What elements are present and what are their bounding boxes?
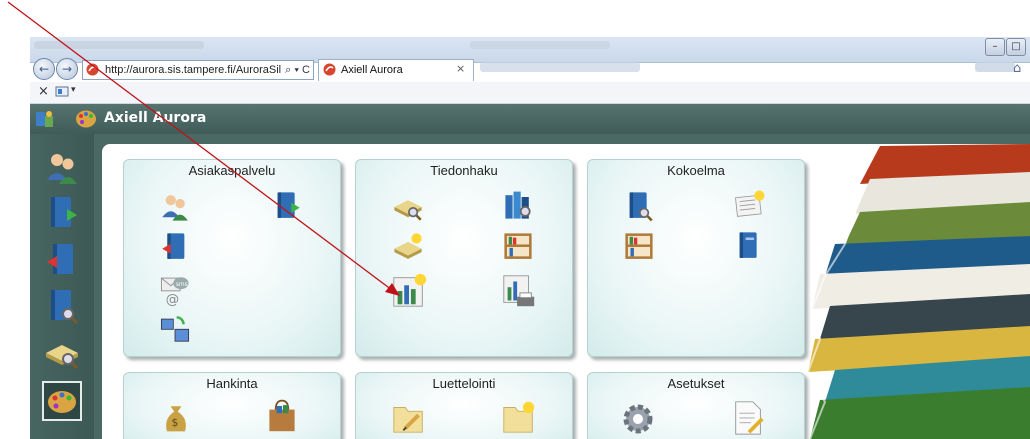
checkin-icon[interactable]	[158, 230, 192, 264]
tile-kokoelma[interactable]: Kokoelma	[587, 159, 805, 357]
network-icon[interactable]	[158, 314, 192, 348]
command-bar	[30, 82, 1030, 104]
sidebar-item-checkin[interactable]	[42, 240, 82, 280]
sidebar-item-customers[interactable]	[42, 148, 82, 188]
checkout-icon[interactable]	[270, 188, 304, 224]
tab-close-icon[interactable]: ×	[456, 62, 465, 75]
sidebar-item-palette[interactable]	[42, 381, 82, 421]
svg-text:sms: sms	[176, 281, 188, 288]
tile-title: Kokoelma	[667, 163, 725, 178]
toolbar-right	[975, 62, 1015, 72]
tile-title: Tiedonhaku	[430, 163, 498, 178]
shopping-bag-icon[interactable]	[264, 395, 300, 435]
app-logo-icon	[36, 111, 53, 127]
folder-new-icon[interactable]	[500, 397, 538, 437]
palette-icon[interactable]	[74, 108, 98, 130]
close-icon[interactable]: ×	[38, 84, 49, 99]
quick-access-toolbar	[34, 41, 204, 49]
svg-text:@: @	[166, 292, 180, 308]
shelf-icon[interactable]	[622, 230, 656, 264]
minimize-button[interactable]: –	[985, 38, 1005, 56]
document-edit-icon[interactable]	[730, 397, 768, 437]
report-print-icon[interactable]	[500, 272, 538, 310]
shelf-icon[interactable]	[500, 230, 536, 264]
tile-title: Luettelointi	[432, 376, 496, 391]
restore-button[interactable]: □	[1006, 38, 1026, 56]
palette-icon	[48, 391, 76, 413]
svg-text:$: $	[172, 416, 179, 429]
tile-title: Asetukset	[667, 376, 725, 391]
search-records-icon[interactable]	[390, 190, 426, 224]
compat-view-icon[interactable]	[55, 85, 69, 98]
book-icon[interactable]	[732, 228, 766, 264]
tile-asetukset[interactable]: Asetukset	[587, 372, 805, 439]
tab-title: Axiell Aurora	[341, 64, 403, 76]
tile-hankinta[interactable]: Hankinta $	[123, 372, 341, 439]
url-text: http://aurora.sis.tampere.fi/AuroraSilve…	[105, 64, 310, 76]
back-button[interactable]: ←	[33, 58, 55, 80]
tile-tiedonhaku[interactable]: Tiedonhaku	[355, 159, 573, 357]
app-title: Axiell Aurora	[104, 110, 207, 126]
book-stack-image	[806, 144, 1030, 439]
search-new-icon[interactable]	[390, 230, 426, 264]
catalog-books-icon[interactable]	[500, 188, 536, 224]
other-tabs[interactable]	[480, 62, 640, 72]
tile-luettelointi[interactable]: Luettelointi	[355, 372, 573, 439]
folder-edit-icon[interactable]	[390, 397, 428, 437]
home-icon[interactable]: ⌂	[1013, 61, 1021, 76]
sms-email-icon[interactable]: sms @	[158, 272, 192, 308]
statistics-icon[interactable]	[390, 272, 428, 310]
sidebar-item-checkout[interactable]	[42, 193, 82, 233]
tile-title: Hankinta	[206, 376, 258, 391]
book-search-icon[interactable]	[622, 188, 656, 224]
forward-button[interactable]: →	[56, 58, 78, 80]
tile-title: Asiakaspalvelu	[188, 163, 276, 178]
chevron-down-icon[interactable]: ▾	[71, 85, 76, 95]
window-title	[470, 41, 610, 49]
tab-axiell-aurora[interactable]: Axiell Aurora	[318, 59, 474, 81]
site-favicon-icon	[86, 63, 99, 76]
gear-icon[interactable]	[618, 397, 658, 437]
address-bar[interactable]: http://aurora.sis.tampere.fi/AuroraSilve…	[82, 60, 314, 80]
newspaper-new-icon[interactable]	[732, 188, 768, 222]
tile-asiakaspalvelu[interactable]: Asiakaspalvelu sms @	[123, 159, 341, 357]
address-controls[interactable]: ⌕ ▾ C	[281, 61, 310, 79]
customers-icon[interactable]	[158, 190, 192, 224]
money-bag-icon[interactable]: $	[158, 397, 194, 437]
sidebar-item-book-search[interactable]	[42, 286, 82, 326]
tab-favicon-icon	[323, 63, 336, 76]
sidebar-item-search-records[interactable]	[42, 333, 82, 373]
